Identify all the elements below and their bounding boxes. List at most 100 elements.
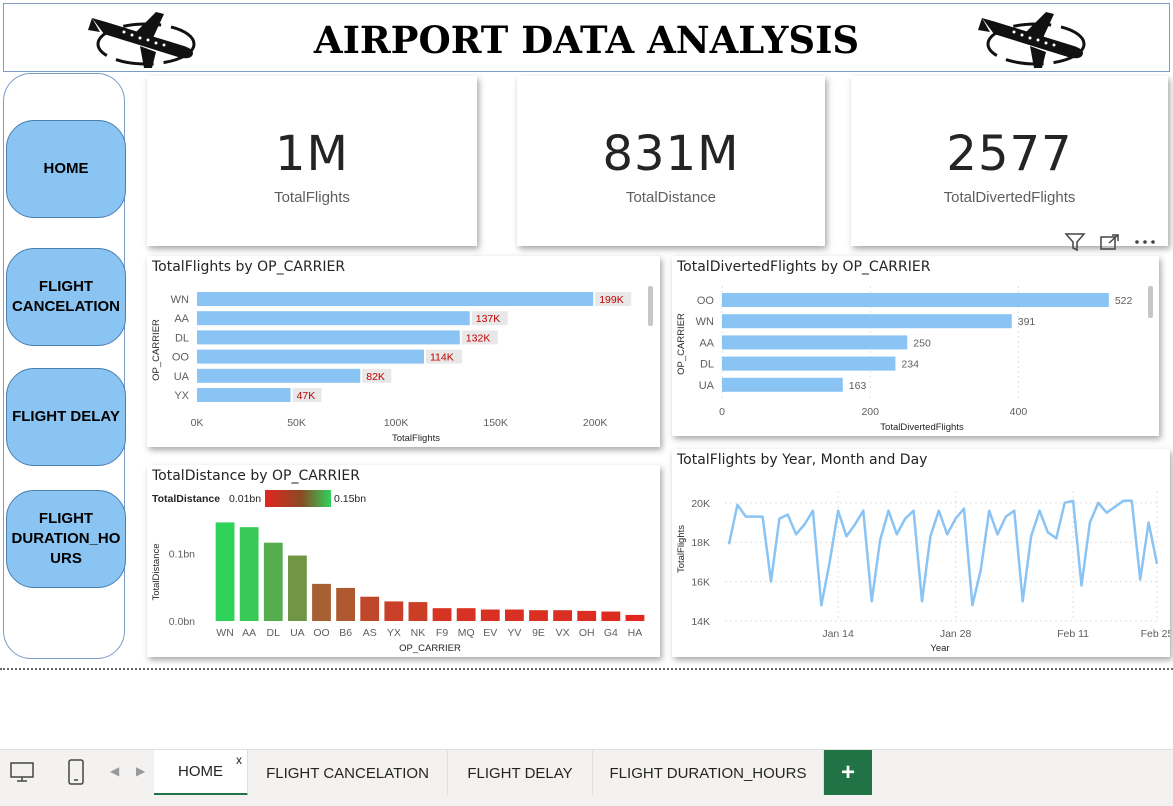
data-label: 522 <box>1115 295 1133 307</box>
kpi-value: 831M <box>602 126 740 182</box>
bar <box>312 583 331 621</box>
x-tick-label: 9E <box>532 627 545 639</box>
chart-diverted-by-carrier-plot: OO 522 WN 391 AA 250 DL 234 UA 163 0 200 400 TotalDiv… <box>676 286 1153 433</box>
nav-duration-label-line2: DURATION_HO <box>11 530 121 547</box>
close-tab-icon[interactable]: x <box>236 753 242 767</box>
chart-title: TotalFlights by OP_CARRIER <box>152 259 346 275</box>
x-tick-label: Jan 28 <box>940 628 972 640</box>
nav-flight-duration-button[interactable]: FLIGHT DURATION_HO URS <box>6 490 126 588</box>
tab-flight-cancelation[interactable]: FLIGHT CANCELATION <box>248 750 448 796</box>
bar <box>336 587 356 621</box>
bar <box>197 311 470 326</box>
bar <box>722 293 1109 307</box>
data-label: 391 <box>1018 316 1036 328</box>
y-tick-label: 14K <box>691 616 710 628</box>
desktop-layout-icon[interactable] <box>8 759 36 785</box>
bar <box>529 610 548 621</box>
nav-duration-label-line1: FLIGHT <box>38 510 94 527</box>
bar <box>197 388 291 402</box>
tab-label: FLIGHT DURATION_HOURS <box>609 764 807 782</box>
data-label: 114K <box>430 352 454 364</box>
bar <box>197 292 594 306</box>
x-tick-label: YX <box>387 627 401 639</box>
chart-title: TotalDivertedFlights by OP_CARRIER <box>677 259 931 275</box>
bar <box>263 542 283 621</box>
x-axis-label: TotalFlights <box>392 433 440 444</box>
x-tick-label: 0K <box>191 417 204 429</box>
y-tick-label: 0.1bn <box>169 549 195 561</box>
bar <box>553 610 573 621</box>
data-label: 132K <box>466 332 491 344</box>
scroll-right-icon[interactable]: ▶ <box>136 764 145 778</box>
scroll-left-icon[interactable]: ◀ <box>110 764 119 778</box>
x-tick-label: Jan 14 <box>822 628 854 640</box>
kpi-card-total-diverted[interactable]: 2577 TotalDivertedFlights <box>851 76 1168 246</box>
kpi-card-total-flights[interactable]: 1M TotalFlights <box>147 76 477 246</box>
airplane-icon <box>978 12 1086 68</box>
x-tick-label: OO <box>313 627 329 639</box>
mobile-layout-icon[interactable] <box>66 757 86 787</box>
data-label: 163 <box>849 380 867 392</box>
filter-icon[interactable] <box>1064 232 1086 252</box>
x-tick-label: EV <box>483 627 497 639</box>
tab-home[interactable]: HOME x <box>154 750 248 796</box>
x-axis-label: Year <box>930 643 949 654</box>
navigation-panel: HOME FLIGHT CANCELATION FLIGHT DELAY FLI… <box>3 73 126 659</box>
bar <box>722 314 1012 329</box>
nav-home-label: HOME <box>43 160 89 177</box>
kpi-label: TotalFlights <box>274 189 350 206</box>
tab-flight-duration-hours[interactable]: FLIGHT DURATION_HOURS <box>593 750 824 796</box>
series-line <box>727 499 1159 607</box>
kpi-value: 1M <box>275 126 349 182</box>
scrollbar-thumb <box>1148 286 1153 318</box>
chart-diverted-by-carrier[interactable]: TotalDivertedFlights by OP_CARRIER OO 522… <box>672 256 1159 436</box>
tab-flight-delay[interactable]: FLIGHT DELAY <box>448 750 593 796</box>
kpi-label: TotalDivertedFlights <box>943 189 1076 206</box>
y-tick-label: YX <box>174 390 189 402</box>
add-page-button[interactable]: + <box>824 750 872 796</box>
nav-home-button[interactable]: HOME <box>6 120 126 218</box>
bar <box>239 527 259 621</box>
data-label: 234 <box>901 359 919 371</box>
y-tick-label: 16K <box>691 577 710 589</box>
y-axis-label: OP_CARRIER <box>151 319 162 381</box>
more-options-icon[interactable] <box>1133 236 1157 248</box>
x-tick-label: Feb 11 <box>1057 628 1089 640</box>
kpi-label: TotalDistance <box>625 189 717 206</box>
status-bar <box>0 795 1173 806</box>
legend-min-label: 0.01bn <box>229 493 261 505</box>
data-label: 137K <box>476 313 501 325</box>
y-tick-label: OO <box>697 295 715 307</box>
tab-label: HOME <box>178 763 223 780</box>
report-canvas: AIRPORT DATA ANALYSIS HOME FLIGHT CANCEL… <box>0 0 1173 670</box>
bar <box>577 610 597 621</box>
x-tick-label: 100K <box>384 417 409 429</box>
bar <box>601 611 621 621</box>
bar <box>432 608 452 621</box>
chart-flights-by-date[interactable]: TotalFlights by Year, Month and Day 14K 1… <box>672 449 1170 657</box>
y-tick-label: DL <box>700 359 714 371</box>
bar <box>456 608 476 621</box>
tab-label: FLIGHT DELAY <box>467 764 573 782</box>
bar <box>287 555 307 621</box>
nav-flight-delay-button[interactable]: FLIGHT DELAY <box>6 368 126 466</box>
x-tick-label: 200K <box>583 417 608 429</box>
bar <box>197 349 424 364</box>
data-label: 47K <box>297 390 316 402</box>
x-tick-label: AA <box>242 627 256 639</box>
x-tick-label: AS <box>363 627 377 639</box>
bar <box>722 377 843 392</box>
x-tick-label: Feb 25 <box>1141 628 1170 640</box>
x-tick-label: 200 <box>861 406 879 418</box>
scrollbar-thumb <box>648 286 653 326</box>
chart-flights-by-carrier[interactable]: TotalFlights by OP_CARRIER WN 199K AA 137K D… <box>147 256 660 447</box>
legend-gradient-bar <box>265 490 331 507</box>
focus-mode-icon[interactable] <box>1099 233 1121 251</box>
chart-distance-by-carrier[interactable]: TotalDistance by OP_CARRIER TotalDistanc… <box>147 465 660 657</box>
kpi-card-total-distance[interactable]: 831M TotalDistance <box>517 76 825 246</box>
x-tick-label: 150K <box>483 417 508 429</box>
x-tick-label: 0 <box>719 406 725 418</box>
nav-flight-cancelation-button[interactable]: FLIGHT CANCELATION <box>6 248 126 346</box>
bar <box>480 609 500 621</box>
legend-max-label: 0.15bn <box>334 493 366 505</box>
